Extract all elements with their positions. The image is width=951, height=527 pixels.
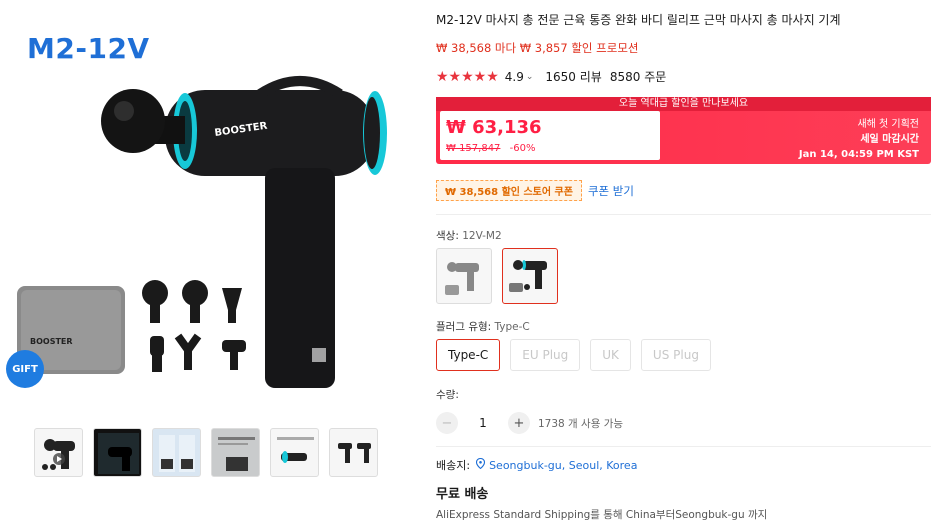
quantity-available: 1738 개 사용 가능 xyxy=(538,417,624,430)
thumbnail-image xyxy=(98,433,139,474)
quantity-stepper: − 1 + 1738 개 사용 가능 xyxy=(436,412,623,434)
promo-text: ₩ 38,568 마다 ₩ 3,857 할인 프로모션 xyxy=(436,41,639,55)
rating-score[interactable]: 4.9 xyxy=(505,70,524,84)
plug-option-us[interactable]: US Plug xyxy=(640,339,711,371)
plug-option-type-c[interactable]: Type-C xyxy=(436,339,501,371)
divider xyxy=(436,446,931,447)
main-product-image[interactable]: BOOSTER BOOSTER M2-12V GIFT xyxy=(0,18,410,393)
sale-event-name: 새해 첫 기획전 xyxy=(857,119,919,130)
shipping-location-link[interactable]: Seongbuk-gu, Seoul, Korea xyxy=(489,459,637,472)
plug-option-eu[interactable]: EU Plug xyxy=(510,339,581,371)
thumbnail-image xyxy=(218,437,255,471)
sale-end-label: 세일 마감시간 xyxy=(860,134,919,145)
quantity-plus-button[interactable]: + xyxy=(508,412,530,434)
thumbnail-2[interactable] xyxy=(93,428,142,477)
shipping-label: 배송지: xyxy=(436,459,471,472)
thumbnail-image xyxy=(277,437,314,463)
discount-percent: -60% xyxy=(509,143,536,154)
deal-banner-title: 오늘 역대급 할인을 만나보세요 xyxy=(436,97,931,111)
rating-row: ★★★★★ 4.9 ⌄ 1650 리뷰 8580 주문 xyxy=(436,68,666,85)
quantity-minus-button[interactable]: − xyxy=(436,412,458,434)
gift-badge: GIFT xyxy=(6,350,44,388)
location-pin-icon xyxy=(476,457,486,472)
deal-banner: 오늘 역대급 할인을 만나보세요 ₩ 63,136 ₩ 157,847 -60%… xyxy=(436,97,931,164)
sale-end-time: Jan 14, 04:59 PM KST xyxy=(798,149,919,160)
thumbnail-5[interactable] xyxy=(270,428,319,477)
order-count: 8580 주문 xyxy=(609,70,667,84)
quantity-value[interactable]: 1 xyxy=(458,416,508,430)
color-label: 색상: xyxy=(436,230,463,242)
color-option-1[interactable] xyxy=(436,248,492,304)
store-coupon-tag: ₩ 38,568 할인 스토어 쿠폰 xyxy=(436,180,582,201)
thumbnail-image xyxy=(42,439,75,470)
plug-label-row: 플러그 유형: Type-C xyxy=(436,319,530,334)
massage-gun-illustration: BOOSTER BOOSTER xyxy=(17,76,387,388)
thumbnail-1[interactable] xyxy=(34,428,83,477)
model-title: M2-12V xyxy=(27,32,150,65)
color-option-image xyxy=(445,262,479,295)
thumbnail-4[interactable] xyxy=(211,428,260,477)
deal-price-box: ₩ 63,136 ₩ 157,847 -60% xyxy=(440,111,660,160)
original-price-row: ₩ 157,847 -60% xyxy=(446,143,535,154)
review-count[interactable]: 1650 리뷰 xyxy=(545,68,601,85)
divider xyxy=(436,214,931,215)
sale-price: ₩ 63,136 xyxy=(446,117,542,138)
star-rating-icon: ★★★★★ xyxy=(436,68,499,85)
plug-option-uk[interactable]: UK xyxy=(590,339,631,371)
sale-end-info: 새해 첫 기획전 세일 마감시간 Jan 14, 04:59 PM KST xyxy=(799,117,919,162)
thumbnail-3[interactable] xyxy=(152,428,201,477)
thumbnail-image xyxy=(338,443,371,463)
shipping-destination-row: 배송지: Seongbuk-gu, Seoul, Korea xyxy=(436,457,637,473)
original-price: ₩ 157,847 xyxy=(446,143,501,154)
get-coupon-link[interactable]: 쿠폰 받기 xyxy=(588,183,634,199)
shipping-description: AliExpress Standard Shipping를 통해 China부터… xyxy=(436,509,768,521)
coupon-row: ₩ 38,568 할인 스토어 쿠폰 쿠폰 받기 xyxy=(436,180,634,201)
color-option-2[interactable] xyxy=(502,248,558,304)
color-label-row: 색상: 12V-M2 xyxy=(436,228,502,243)
thumbnail-6[interactable] xyxy=(329,428,378,477)
color-value: 12V-M2 xyxy=(462,230,502,242)
chevron-down-icon[interactable]: ⌄ xyxy=(526,72,534,82)
product-gallery: BOOSTER BOOSTER M2-12V GIFT xyxy=(0,0,410,527)
plug-label: 플러그 유형: xyxy=(436,321,495,333)
free-shipping-title: 무료 배송 xyxy=(436,487,489,502)
color-options xyxy=(436,248,558,304)
color-option-image xyxy=(509,260,547,292)
plug-options: Type-C EU Plug UK US Plug xyxy=(436,339,711,371)
thumbnail-strip xyxy=(34,428,378,477)
quantity-label: 수량: xyxy=(436,389,459,401)
product-title: M2-12V 마사지 총 전문 근육 통증 완화 바디 릴리프 근막 마사지 총… xyxy=(436,13,841,27)
case-brand-text: BOOSTER xyxy=(30,337,73,346)
plug-value: Type-C xyxy=(494,321,530,333)
thumbnail-image xyxy=(159,435,195,472)
